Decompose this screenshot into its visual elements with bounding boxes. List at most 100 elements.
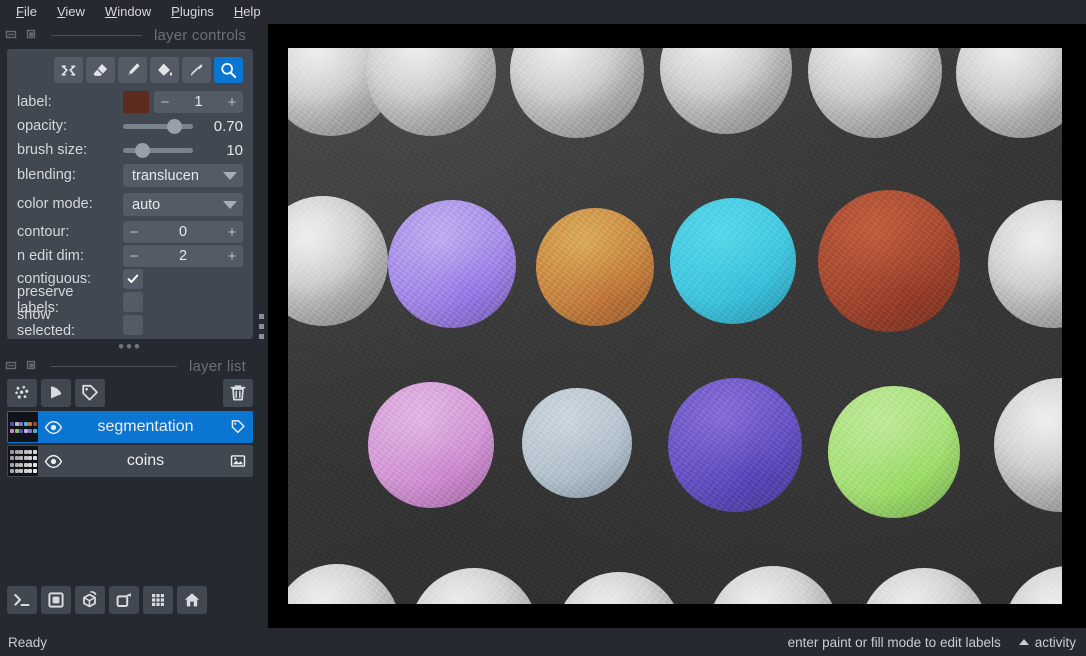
coin-texture: [668, 378, 802, 512]
left-dock-column: layer controls label: − 1 + opacity: 0.7…: [0, 24, 260, 628]
delete-layer-button[interactable]: [223, 379, 253, 407]
transpose-dims-button[interactable]: [109, 586, 139, 614]
new-shapes-button[interactable]: [41, 379, 71, 407]
label-mode-toolbar: [17, 57, 243, 83]
layer-row-segmentation[interactable]: segmentation: [7, 411, 253, 443]
opacity-slider-handle[interactable]: [167, 119, 183, 134]
segmented-coin: [368, 382, 494, 508]
show-selected-row: show selected:: [17, 309, 243, 338]
segmented-coin: [670, 198, 796, 324]
show-selected-checkbox[interactable]: [123, 314, 143, 335]
layer-thumbnail: [8, 446, 38, 476]
coin-texture: [818, 190, 960, 332]
contour-spinbox[interactable]: − 0 +: [123, 221, 243, 243]
menu-view[interactable]: View: [49, 2, 97, 22]
n-edit-dim-caption: n edit dim:: [17, 247, 84, 264]
color-picker-button[interactable]: [182, 57, 211, 83]
n-edit-dim-value[interactable]: 2: [145, 248, 221, 264]
float-controls-icon[interactable]: [5, 28, 19, 42]
grid-view-button[interactable]: [143, 586, 173, 614]
label-spinbox[interactable]: − 1 +: [154, 91, 243, 113]
image-canvas[interactable]: [288, 48, 1062, 604]
label-decrement-button[interactable]: −: [154, 94, 176, 111]
layer-name[interactable]: coins: [68, 452, 223, 470]
layer-controls-dock-title: layer controls: [0, 24, 260, 46]
blending-caption: blending:: [17, 167, 76, 183]
segmented-coin: [388, 200, 516, 328]
viewer-canvas-area[interactable]: [268, 24, 1086, 628]
status-bar: Ready enter paint or fill mode to edit l…: [0, 628, 1086, 656]
opacity-row: opacity: 0.70: [17, 114, 243, 138]
layer-name[interactable]: segmentation: [68, 418, 223, 436]
label-caption: label:: [17, 93, 52, 110]
viewer-buttons-bar: [7, 586, 207, 614]
blending-row: blending: translucen: [17, 162, 243, 189]
label-value[interactable]: 1: [176, 94, 221, 110]
show-selected-caption-line1: show: [17, 309, 51, 323]
labels-layer-icon: [223, 418, 253, 436]
opacity-slider[interactable]: [123, 116, 193, 136]
menu-plugins[interactable]: Plugins: [163, 2, 226, 22]
contour-row: contour: − 0 +: [17, 220, 243, 244]
contour-increment-button[interactable]: +: [221, 224, 243, 241]
close-layerlist-icon[interactable]: [25, 359, 39, 373]
console-button[interactable]: [7, 586, 37, 614]
panel-splitter[interactable]: [255, 24, 268, 628]
brush-size-slider[interactable]: [123, 140, 193, 160]
close-controls-icon[interactable]: [25, 28, 39, 42]
color-mode-caption: color mode:: [17, 196, 93, 212]
brush-size-caption: brush size:: [17, 141, 88, 158]
label-color-swatch[interactable]: [123, 91, 149, 113]
coin-texture: [536, 208, 654, 326]
menu-help[interactable]: Help: [226, 2, 273, 22]
contour-decrement-button[interactable]: −: [123, 224, 145, 241]
roll-dims-button[interactable]: [75, 586, 105, 614]
preserve-labels-checkbox[interactable]: [123, 291, 143, 312]
reset-view-button[interactable]: [177, 586, 207, 614]
new-points-button[interactable]: [7, 379, 37, 407]
color-mode-combobox[interactable]: auto: [123, 193, 243, 216]
layer-visibility-toggle[interactable]: [38, 418, 68, 437]
label-increment-button[interactable]: +: [221, 94, 243, 111]
paintbrush-button[interactable]: [118, 57, 147, 83]
n-edit-dim-row: n edit dim: − 2 +: [17, 244, 243, 268]
contour-caption: contour:: [17, 223, 70, 240]
layer-visibility-toggle[interactable]: [38, 452, 68, 471]
blending-combobox[interactable]: translucen: [123, 164, 243, 187]
menu-window[interactable]: Window: [97, 2, 163, 22]
dock-title-rule: [51, 34, 142, 36]
opacity-slider-track: [123, 124, 193, 129]
activity-button[interactable]: activity: [1001, 635, 1086, 650]
coin-texture: [388, 200, 516, 328]
layer-row-coins[interactable]: coins: [7, 445, 253, 477]
layer-thumbnail: [8, 412, 38, 442]
ndisplay-toggle-button[interactable]: [41, 586, 71, 614]
layer-list-dock-title: layer list: [0, 355, 260, 377]
brush-size-slider-handle[interactable]: [134, 143, 150, 158]
contiguous-checkbox[interactable]: [123, 269, 143, 289]
shuffle-colors-button[interactable]: [54, 57, 83, 83]
status-message: Ready: [8, 634, 48, 650]
n-edit-dim-increment-button[interactable]: +: [221, 248, 243, 265]
coin-texture: [522, 388, 632, 498]
coin-texture: [828, 386, 960, 518]
zoom-pan-button[interactable]: [214, 57, 243, 83]
chevron-down-icon: [223, 171, 237, 180]
eraser-button[interactable]: [86, 57, 115, 83]
layer-list-title: layer list: [188, 357, 246, 375]
contour-value[interactable]: 0: [145, 224, 221, 240]
dock-title-rule: [51, 365, 177, 367]
layer-controls-title: layer controls: [153, 26, 246, 44]
opacity-value: 0.70: [213, 117, 243, 135]
menu-file[interactable]: File: [8, 2, 49, 22]
controls-expand-handle[interactable]: •••: [0, 338, 260, 355]
brush-size-slider-track: [123, 148, 193, 153]
float-layerlist-icon[interactable]: [5, 359, 19, 373]
new-labels-button[interactable]: [75, 379, 105, 407]
n-edit-dim-decrement-button[interactable]: −: [123, 248, 145, 265]
n-edit-dim-spinbox[interactable]: − 2 +: [123, 245, 243, 267]
activity-label: activity: [1034, 634, 1076, 650]
label-row: label: − 1 +: [17, 90, 243, 114]
segmented-coin: [818, 190, 960, 332]
fill-bucket-button[interactable]: [150, 57, 179, 83]
